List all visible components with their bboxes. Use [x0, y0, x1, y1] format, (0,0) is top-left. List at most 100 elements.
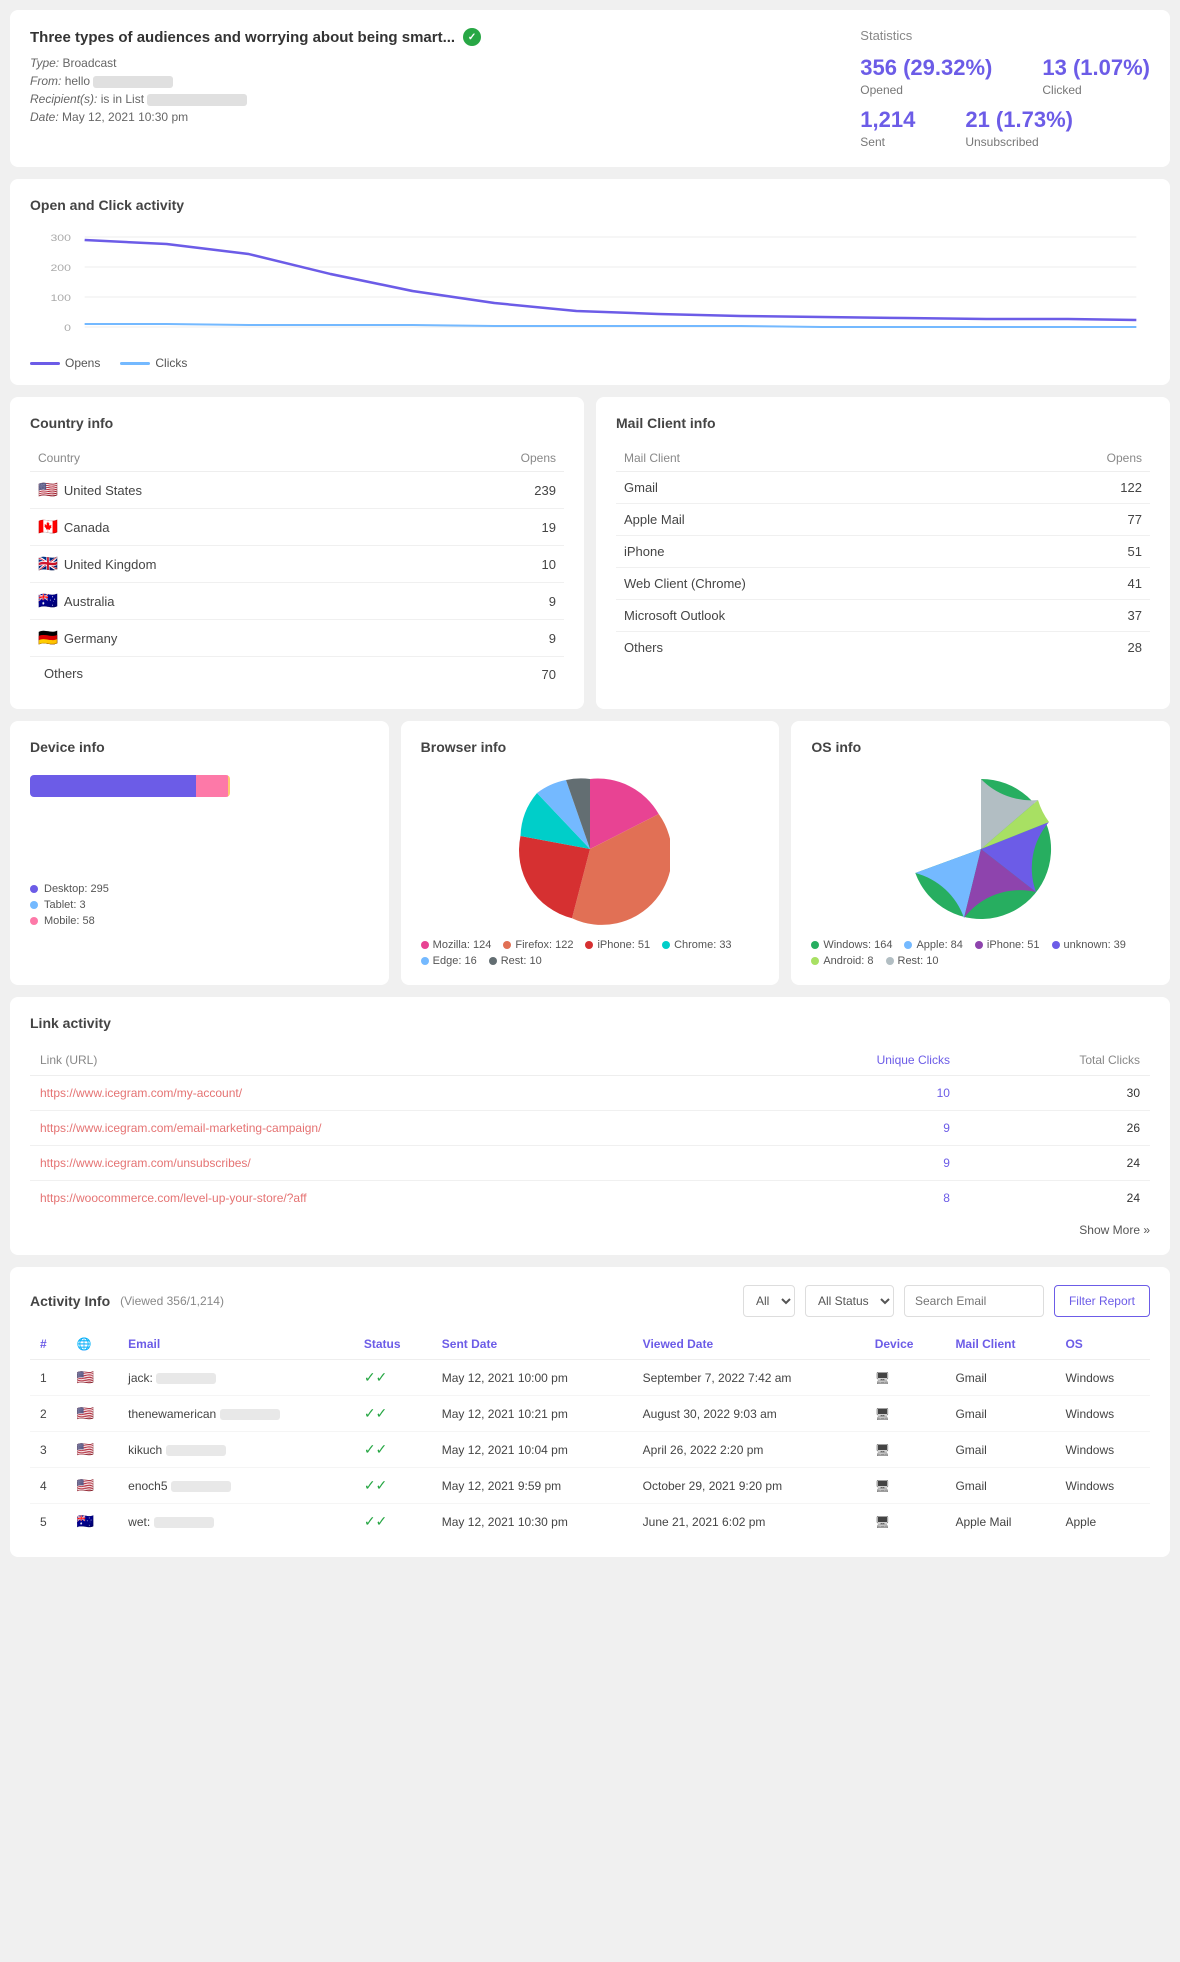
- search-email-input[interactable]: [904, 1285, 1044, 1317]
- activity-table: # 🌐 Email Status Sent Date Viewed Date D…: [30, 1329, 1150, 1539]
- link-row: https://www.icegram.com/email-marketing-…: [30, 1111, 1150, 1146]
- browser-title: Browser info: [421, 739, 760, 755]
- activity-row: 2 🇺🇸 thenewamerican ✓✓ May 12, 2021 10:2…: [30, 1396, 1150, 1432]
- clicked-stat: 13 (1.07%) Clicked: [1042, 55, 1150, 97]
- mail-client-row: iPhone51: [616, 536, 1150, 568]
- tablet-segment: [228, 775, 230, 797]
- link-url-header: Link (URL): [30, 1045, 740, 1076]
- unique-clicks-header: Unique Clicks: [740, 1045, 960, 1076]
- svg-text:300: 300: [50, 233, 71, 243]
- from-row: From: hello: [30, 74, 820, 88]
- th-email: Email: [118, 1329, 354, 1360]
- th-mail-client: Mail Client: [945, 1329, 1055, 1360]
- link-row: https://woocommerce.com/level-up-your-st…: [30, 1181, 1150, 1216]
- country-row: 🇦🇺Australia9: [30, 583, 564, 620]
- opens-col-header: Opens: [416, 445, 564, 472]
- activity-row: 3 🇺🇸 kikuch ✓✓ May 12, 2021 10:04 pm Apr…: [30, 1432, 1150, 1468]
- device-card: Device info Desktop: 295 Tablet: 3: [10, 721, 389, 985]
- svg-text:200: 200: [50, 263, 71, 273]
- chart-area: 300 200 100 0 Opens Clicks: [30, 227, 1150, 367]
- activity-row: 4 🇺🇸 enoch5 ✓✓ May 12, 2021 9:59 pm Octo…: [30, 1468, 1150, 1504]
- th-sent: Sent Date: [432, 1329, 633, 1360]
- filter-all-select[interactable]: All: [743, 1285, 795, 1317]
- type-row: Type: Broadcast: [30, 56, 820, 70]
- country-title: Country info: [30, 415, 564, 431]
- th-flag: 🌐: [67, 1329, 118, 1360]
- legend-clicks: Clicks: [120, 356, 187, 370]
- mobile-legend: Mobile: 58: [30, 915, 369, 927]
- th-status: Status: [354, 1329, 432, 1360]
- activity-row: 1 🇺🇸 jack: ✓✓ May 12, 2021 10:00 pm Sept…: [30, 1360, 1150, 1396]
- filter-report-button[interactable]: Filter Report: [1054, 1285, 1150, 1317]
- os-pie-container: Windows: 164 Apple: 84 iPhone: 51 unknow…: [811, 769, 1150, 967]
- open-click-card: Open and Click activity 300 200 100 0: [10, 179, 1170, 385]
- mail-client-row: Microsoft Outlook37: [616, 600, 1150, 632]
- desktop-legend: Desktop: 295: [30, 883, 369, 895]
- link-row: https://www.icegram.com/unsubscribes/924: [30, 1146, 1150, 1181]
- desktop-segment: [30, 775, 196, 797]
- status-check-icon: ✓: [463, 28, 481, 46]
- tablet-legend: Tablet: 3: [30, 899, 369, 911]
- os-card: OS info Windo: [791, 721, 1170, 985]
- activity-header: Activity Info (Viewed 356/1,214) All All…: [30, 1285, 1150, 1317]
- unsubscribed-stat: 21 (1.73%) Unsubscribed: [965, 107, 1073, 149]
- device-legend: Desktop: 295 Tablet: 3 Mobile: 58: [30, 883, 369, 927]
- svg-text:0: 0: [64, 323, 71, 333]
- activity-info-subtitle: (Viewed 356/1,214): [120, 1294, 224, 1308]
- th-os: OS: [1055, 1329, 1150, 1360]
- statistics-panel: Statistics 356 (29.32%) Opened 13 (1.07%…: [860, 28, 1150, 149]
- activity-row: 5 🇦🇺 wet: ✓✓ May 12, 2021 10:30 pm June …: [30, 1504, 1150, 1540]
- activity-info-card: Activity Info (Viewed 356/1,214) All All…: [10, 1267, 1170, 1557]
- mail-client-title: Mail Client info: [616, 415, 1150, 431]
- os-title: OS info: [811, 739, 1150, 755]
- statistics-title: Statistics: [860, 28, 1150, 43]
- activity-chart: 300 200 100 0: [30, 227, 1150, 347]
- browser-pie-chart: [510, 769, 670, 929]
- country-row: 🇩🇪Germany9: [30, 620, 564, 657]
- filter-status-select[interactable]: All Status: [805, 1285, 894, 1317]
- open-click-title: Open and Click activity: [30, 197, 1150, 213]
- device-bar: [30, 775, 230, 797]
- browser-pie-container: Mozilla: 124 Firefox: 122 iPhone: 51 Chr…: [421, 769, 760, 967]
- mail-client-row: Apple Mail77: [616, 504, 1150, 536]
- link-activity-title: Link activity: [30, 1015, 1150, 1031]
- link-row: https://www.icegram.com/my-account/1030: [30, 1076, 1150, 1111]
- mail-opens-col-header: Opens: [1005, 445, 1150, 472]
- mail-client-row: Web Client (Chrome)41: [616, 568, 1150, 600]
- mail-client-row: Gmail122: [616, 472, 1150, 504]
- country-row: 🇬🇧United Kingdom10: [30, 546, 564, 583]
- country-card: Country info Country Opens 🇺🇸United Stat…: [10, 397, 584, 709]
- device-bar-container: [30, 775, 369, 797]
- show-more-button[interactable]: Show More »: [30, 1223, 1150, 1237]
- mail-client-row: Others28: [616, 632, 1150, 664]
- mail-client-table: Mail Client Opens Gmail122Apple Mail77iP…: [616, 445, 1150, 663]
- svg-text:100: 100: [50, 293, 71, 303]
- country-mail-row: Country info Country Opens 🇺🇸United Stat…: [10, 397, 1170, 721]
- os-pie-chart: [901, 769, 1061, 929]
- header-card: Three types of audiences and worrying ab…: [10, 10, 1170, 167]
- th-num: #: [30, 1329, 67, 1360]
- date-row: Date: May 12, 2021 10:30 pm: [30, 110, 820, 124]
- device-title: Device info: [30, 739, 369, 755]
- total-clicks-header: Total Clicks: [960, 1045, 1150, 1076]
- th-device: Device: [865, 1329, 946, 1360]
- country-row: 🇺🇸United States239: [30, 472, 564, 509]
- country-row: 🇨🇦Canada19: [30, 509, 564, 546]
- header-info: Three types of audiences and worrying ab…: [30, 28, 820, 128]
- link-activity-card: Link activity Link (URL) Unique Clicks T…: [10, 997, 1170, 1255]
- country-row: Others70: [30, 657, 564, 692]
- browser-card: Browser info: [401, 721, 780, 985]
- legend-opens: Opens: [30, 356, 100, 370]
- recipients-row: Recipient(s): is in List: [30, 92, 820, 106]
- mail-client-col-header: Mail Client: [616, 445, 1005, 472]
- mail-client-card: Mail Client info Mail Client Opens Gmail…: [596, 397, 1170, 709]
- link-activity-table: Link (URL) Unique Clicks Total Clicks ht…: [30, 1045, 1150, 1215]
- sent-stat: 1,214 Sent: [860, 107, 915, 149]
- country-col-header: Country: [30, 445, 416, 472]
- th-viewed: Viewed Date: [633, 1329, 865, 1360]
- opened-stat: 356 (29.32%) Opened: [860, 55, 992, 97]
- mobile-segment: [196, 775, 228, 797]
- chart-legend: Opens Clicks: [30, 356, 1150, 370]
- campaign-title: Three types of audiences and worrying ab…: [30, 28, 820, 46]
- device-browser-os-row: Device info Desktop: 295 Tablet: 3: [10, 721, 1170, 997]
